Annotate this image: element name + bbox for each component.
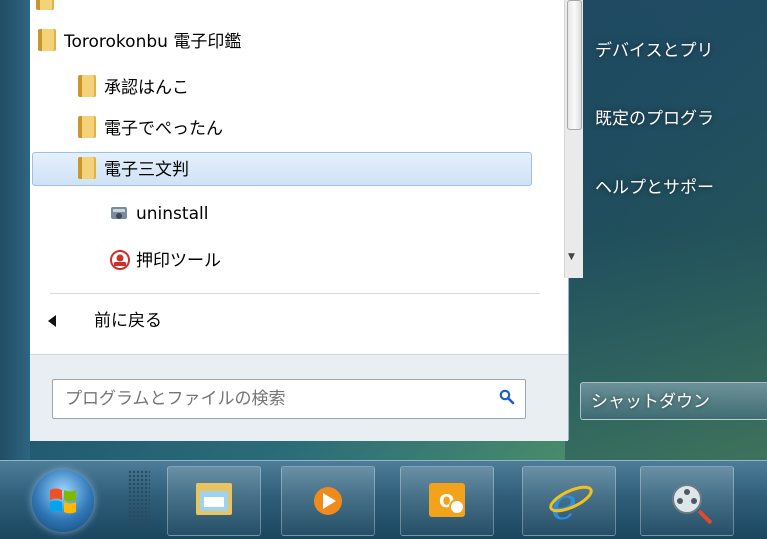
folder-icon bbox=[78, 116, 96, 138]
scroll-down-icon[interactable]: ▼ bbox=[568, 252, 575, 262]
program-item[interactable]: 押印ツール bbox=[110, 244, 221, 278]
media-center-icon bbox=[672, 484, 713, 525]
program-label: 電子三文判 bbox=[104, 160, 189, 180]
folder-icon bbox=[36, 0, 54, 10]
uninstall-icon bbox=[110, 201, 128, 223]
media-center-button[interactable] bbox=[640, 466, 734, 536]
search-field[interactable] bbox=[52, 379, 526, 419]
back-label: 前に戻る bbox=[94, 311, 162, 331]
program-item[interactable]: uninstall bbox=[110, 197, 208, 231]
devices-printers-link[interactable]: デバイスとプリ bbox=[595, 36, 714, 61]
start-menu-left-frame bbox=[0, 0, 30, 460]
explorer-icon bbox=[196, 483, 232, 515]
folder-icon bbox=[38, 29, 56, 51]
explorer-button[interactable] bbox=[167, 466, 261, 536]
help-support-link[interactable]: ヘルプとサポー bbox=[595, 173, 714, 198]
media-player-icon bbox=[314, 487, 342, 515]
back-arrow-icon bbox=[48, 315, 56, 327]
back-button[interactable]: 前に戻る bbox=[48, 306, 162, 331]
windows-logo-icon bbox=[50, 488, 76, 514]
search-input[interactable] bbox=[53, 380, 487, 418]
program-item[interactable]: Tororokonbu 電子印鑑 bbox=[38, 25, 241, 59]
start-button[interactable] bbox=[32, 470, 94, 532]
internet-explorer-button[interactable]: e bbox=[522, 466, 616, 536]
program-label: uninstall bbox=[136, 204, 209, 224]
program-item[interactable]: 承認はんこ bbox=[78, 71, 189, 105]
default-programs-link[interactable]: 既定のプログラ bbox=[595, 104, 714, 129]
search-icon[interactable] bbox=[499, 389, 515, 405]
programs-scrollbar[interactable]: ▼ bbox=[564, 0, 583, 278]
program-label: 承認はんこ bbox=[104, 78, 189, 98]
separator bbox=[50, 293, 540, 294]
media-player-button[interactable] bbox=[281, 466, 375, 536]
program-label: Tororokonbu 電子印鑑 bbox=[64, 32, 242, 52]
stamp-tool-icon bbox=[110, 248, 130, 270]
folder-icon bbox=[78, 75, 96, 97]
program-item-selected[interactable]: 電子三文判 bbox=[32, 152, 532, 186]
svg-text:e: e bbox=[551, 479, 577, 530]
program-label: 電子でぺったん bbox=[104, 119, 223, 139]
scrollbar-thumb[interactable] bbox=[567, 0, 582, 130]
program-item[interactable]: 電子でぺったん bbox=[78, 112, 223, 146]
internet-explorer-icon: e bbox=[549, 479, 593, 530]
folder-icon bbox=[78, 157, 96, 179]
program-label: 押印ツール bbox=[136, 251, 221, 271]
taskbar-grip[interactable] bbox=[128, 470, 150, 530]
outlook-icon: O bbox=[429, 483, 465, 517]
outlook-button[interactable]: O bbox=[400, 466, 494, 536]
shutdown-button[interactable]: シャットダウン bbox=[580, 382, 767, 420]
